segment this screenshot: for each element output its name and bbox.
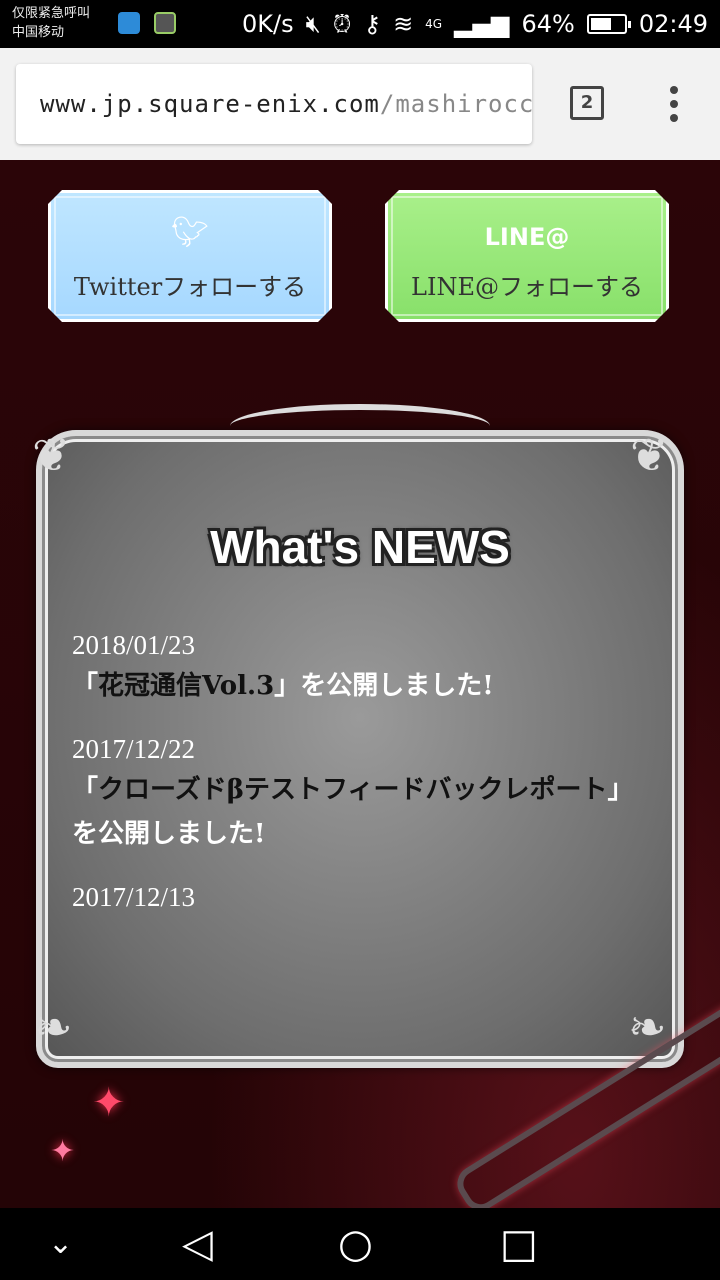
news-date: 2018/01/23 xyxy=(72,630,196,660)
notification-app-icon xyxy=(154,12,176,34)
web-page: 🐦︎ Twitterフォローする LINE@ LINE@フォローする ❦ ❦ ❧… xyxy=(0,160,720,1208)
news-headline[interactable]: 「クローズドβテストフィードバックレポート」 を公開しました! xyxy=(72,768,642,856)
flourish-ornament-icon: ❧ xyxy=(34,1000,73,1054)
news-item[interactable]: 2017/12/22 「クローズドβテストフィードバックレポート」 を公開しました… xyxy=(72,730,642,856)
sparkle-icon: ✦ xyxy=(92,1080,126,1126)
news-headline[interactable]: 「花冠通信Vol.3」を公開しました! xyxy=(72,664,642,708)
battery-icon xyxy=(586,14,631,34)
carrier-name: 中国移动 xyxy=(12,25,65,40)
twitter-bird-icon: 🐦︎ xyxy=(170,215,210,250)
notification-app-icon xyxy=(118,12,140,34)
news-list: 2018/01/23 「花冠通信Vol.3」を公開しました! 2017/12/2… xyxy=(72,626,642,938)
news-item[interactable]: 2018/01/23 「花冠通信Vol.3」を公開しました! xyxy=(72,626,642,708)
news-link[interactable]: クローズドβテストフィードバックレポート xyxy=(98,775,607,805)
news-link[interactable]: 花冠通信Vol.3 xyxy=(98,671,274,701)
twitter-follow-button[interactable]: 🐦︎ Twitterフォローする xyxy=(48,190,332,322)
system-nav-bar: ⌄ ◁ ○ □ xyxy=(0,1208,720,1280)
wifi-icon: ≋ xyxy=(393,10,414,38)
frame-crown-ornament xyxy=(230,404,490,448)
tab-switcher-button[interactable]: 2 xyxy=(570,86,604,120)
url-field[interactable]: www.jp.square-enix.com/mashirocc xyxy=(16,64,532,144)
sparkle-icon: ✦ xyxy=(50,1134,76,1169)
back-button-icon[interactable]: ◁ xyxy=(182,1222,213,1266)
net-speed: 0K/s xyxy=(242,10,294,38)
home-button-icon[interactable]: ○ xyxy=(338,1222,373,1266)
news-date: 2017/12/22 xyxy=(72,734,196,764)
news-heading: What's NEWS xyxy=(210,521,510,573)
browser-toolbar: www.jp.square-enix.com/mashirocc 2 xyxy=(0,48,720,160)
twitter-follow-label: Twitterフォローする xyxy=(73,273,307,301)
battery-percent: 64% xyxy=(521,10,575,38)
flourish-ornament-icon: ❦ xyxy=(32,428,71,482)
news-date: 2017/12/13 xyxy=(72,882,196,912)
hide-nav-chevron-icon[interactable]: ⌄ xyxy=(48,1222,73,1266)
network-type: 4G xyxy=(425,17,443,31)
key-icon: ⚷ xyxy=(363,10,382,38)
url-host: www.jp.square-enix.com xyxy=(40,90,380,118)
line-follow-button[interactable]: LINE@ LINE@フォローする xyxy=(385,190,669,322)
line-follow-label: LINE@フォローする xyxy=(411,273,643,301)
recents-button-icon[interactable]: □ xyxy=(500,1222,538,1266)
flourish-ornament-icon: ❦ xyxy=(630,428,669,482)
carrier-info: 仅限紧急呼叫 中国移动 xyxy=(12,4,90,42)
status-bar: 仅限紧急呼叫 中国移动 0K/s 🔇︎ ⏰︎ ⚷ ≋ 4G ▂▄▆ 64% 02… xyxy=(0,0,720,48)
alarm-icon: ⏰︎ xyxy=(332,10,352,38)
signal-icon: ▂▄▆ xyxy=(454,10,510,38)
browser-menu-button[interactable] xyxy=(662,86,686,122)
line-logo: LINE@ xyxy=(484,223,570,251)
url-path: /mashirocc xyxy=(379,90,532,118)
mute-icon: 🔇︎ xyxy=(305,10,321,38)
carrier-emergency-text: 仅限紧急呼叫 xyxy=(12,6,91,21)
clock: 02:49 xyxy=(638,10,708,38)
news-item[interactable]: 2017/12/13 xyxy=(72,878,642,916)
